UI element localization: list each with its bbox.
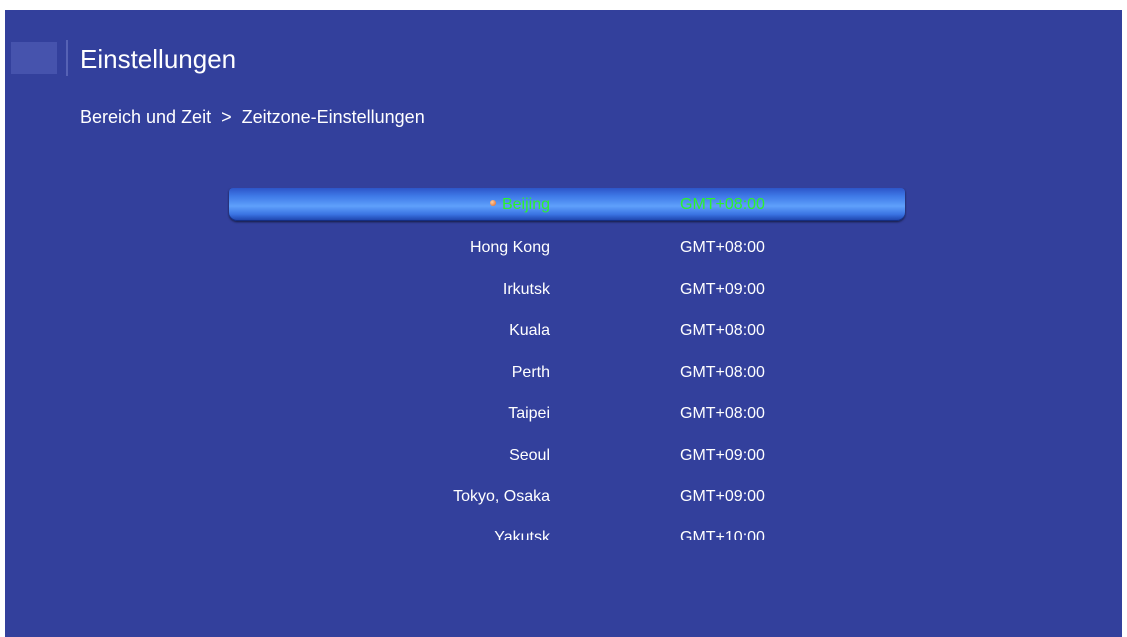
timezone-offset: GMT+08:00 (680, 196, 765, 213)
timezone-row[interactable]: Irkutsk GMT+09:00 (227, 272, 907, 308)
timezone-row[interactable]: Seoul GMT+09:00 (227, 438, 907, 474)
timezone-offset: GMT+08:00 (680, 364, 765, 381)
timezone-offset: GMT+10:00 (680, 529, 765, 540)
timezone-row[interactable]: Tokyo, Osaka GMT+09:00 (227, 479, 907, 515)
timezone-offset: GMT+09:00 (680, 281, 765, 298)
timezone-city: Irkutsk (502, 281, 550, 298)
timezone-list[interactable]: Beijing GMT+08:00 Hong Kong GMT+08:00 Ir… (227, 188, 907, 540)
timezone-city: Yakutsk (494, 529, 550, 540)
timezone-offset: GMT+09:00 (680, 447, 765, 464)
timezone-city: Perth (511, 364, 550, 381)
timezone-row[interactable]: Kuala GMT+08:00 (227, 313, 907, 349)
page-title: Einstellungen (80, 44, 237, 74)
breadcrumb-separator: > (221, 107, 232, 127)
selected-indicator-icon (489, 199, 496, 206)
timezone-city-label: Beijing (501, 196, 550, 213)
timezone-row-selected[interactable]: Beijing GMT+08:00 (229, 188, 905, 221)
breadcrumb: Bereich und Zeit > Zeitzone-Einstellungen (80, 106, 425, 128)
timezone-city: Beijing (489, 195, 550, 215)
timezone-offset: GMT+09:00 (680, 488, 765, 505)
app-logo-icon (11, 42, 57, 74)
timezone-row[interactable]: Perth GMT+08:00 (227, 355, 907, 391)
timezone-city: Kuala (509, 322, 550, 339)
breadcrumb-current: Zeitzone-Einstellungen (241, 107, 425, 127)
timezone-row[interactable]: Yakutsk GMT+10:00 (227, 520, 907, 540)
timezone-row[interactable]: Hong Kong GMT+08:00 (227, 230, 907, 266)
timezone-city: Tokyo, Osaka (453, 488, 550, 505)
timezone-row[interactable]: Taipei GMT+08:00 (227, 396, 907, 432)
timezone-city: Hong Kong (469, 239, 550, 256)
timezone-offset: GMT+08:00 (680, 322, 765, 339)
timezone-city: Seoul (509, 447, 550, 464)
header-divider (66, 40, 68, 76)
settings-screen: Einstellungen Bereich und Zeit > Zeitzone-… (5, 10, 1122, 637)
timezone-offset: GMT+08:00 (680, 239, 765, 256)
breadcrumb-parent[interactable]: Bereich und Zeit (80, 107, 211, 127)
timezone-city: Taipei (508, 405, 550, 422)
timezone-offset: GMT+08:00 (680, 405, 765, 422)
